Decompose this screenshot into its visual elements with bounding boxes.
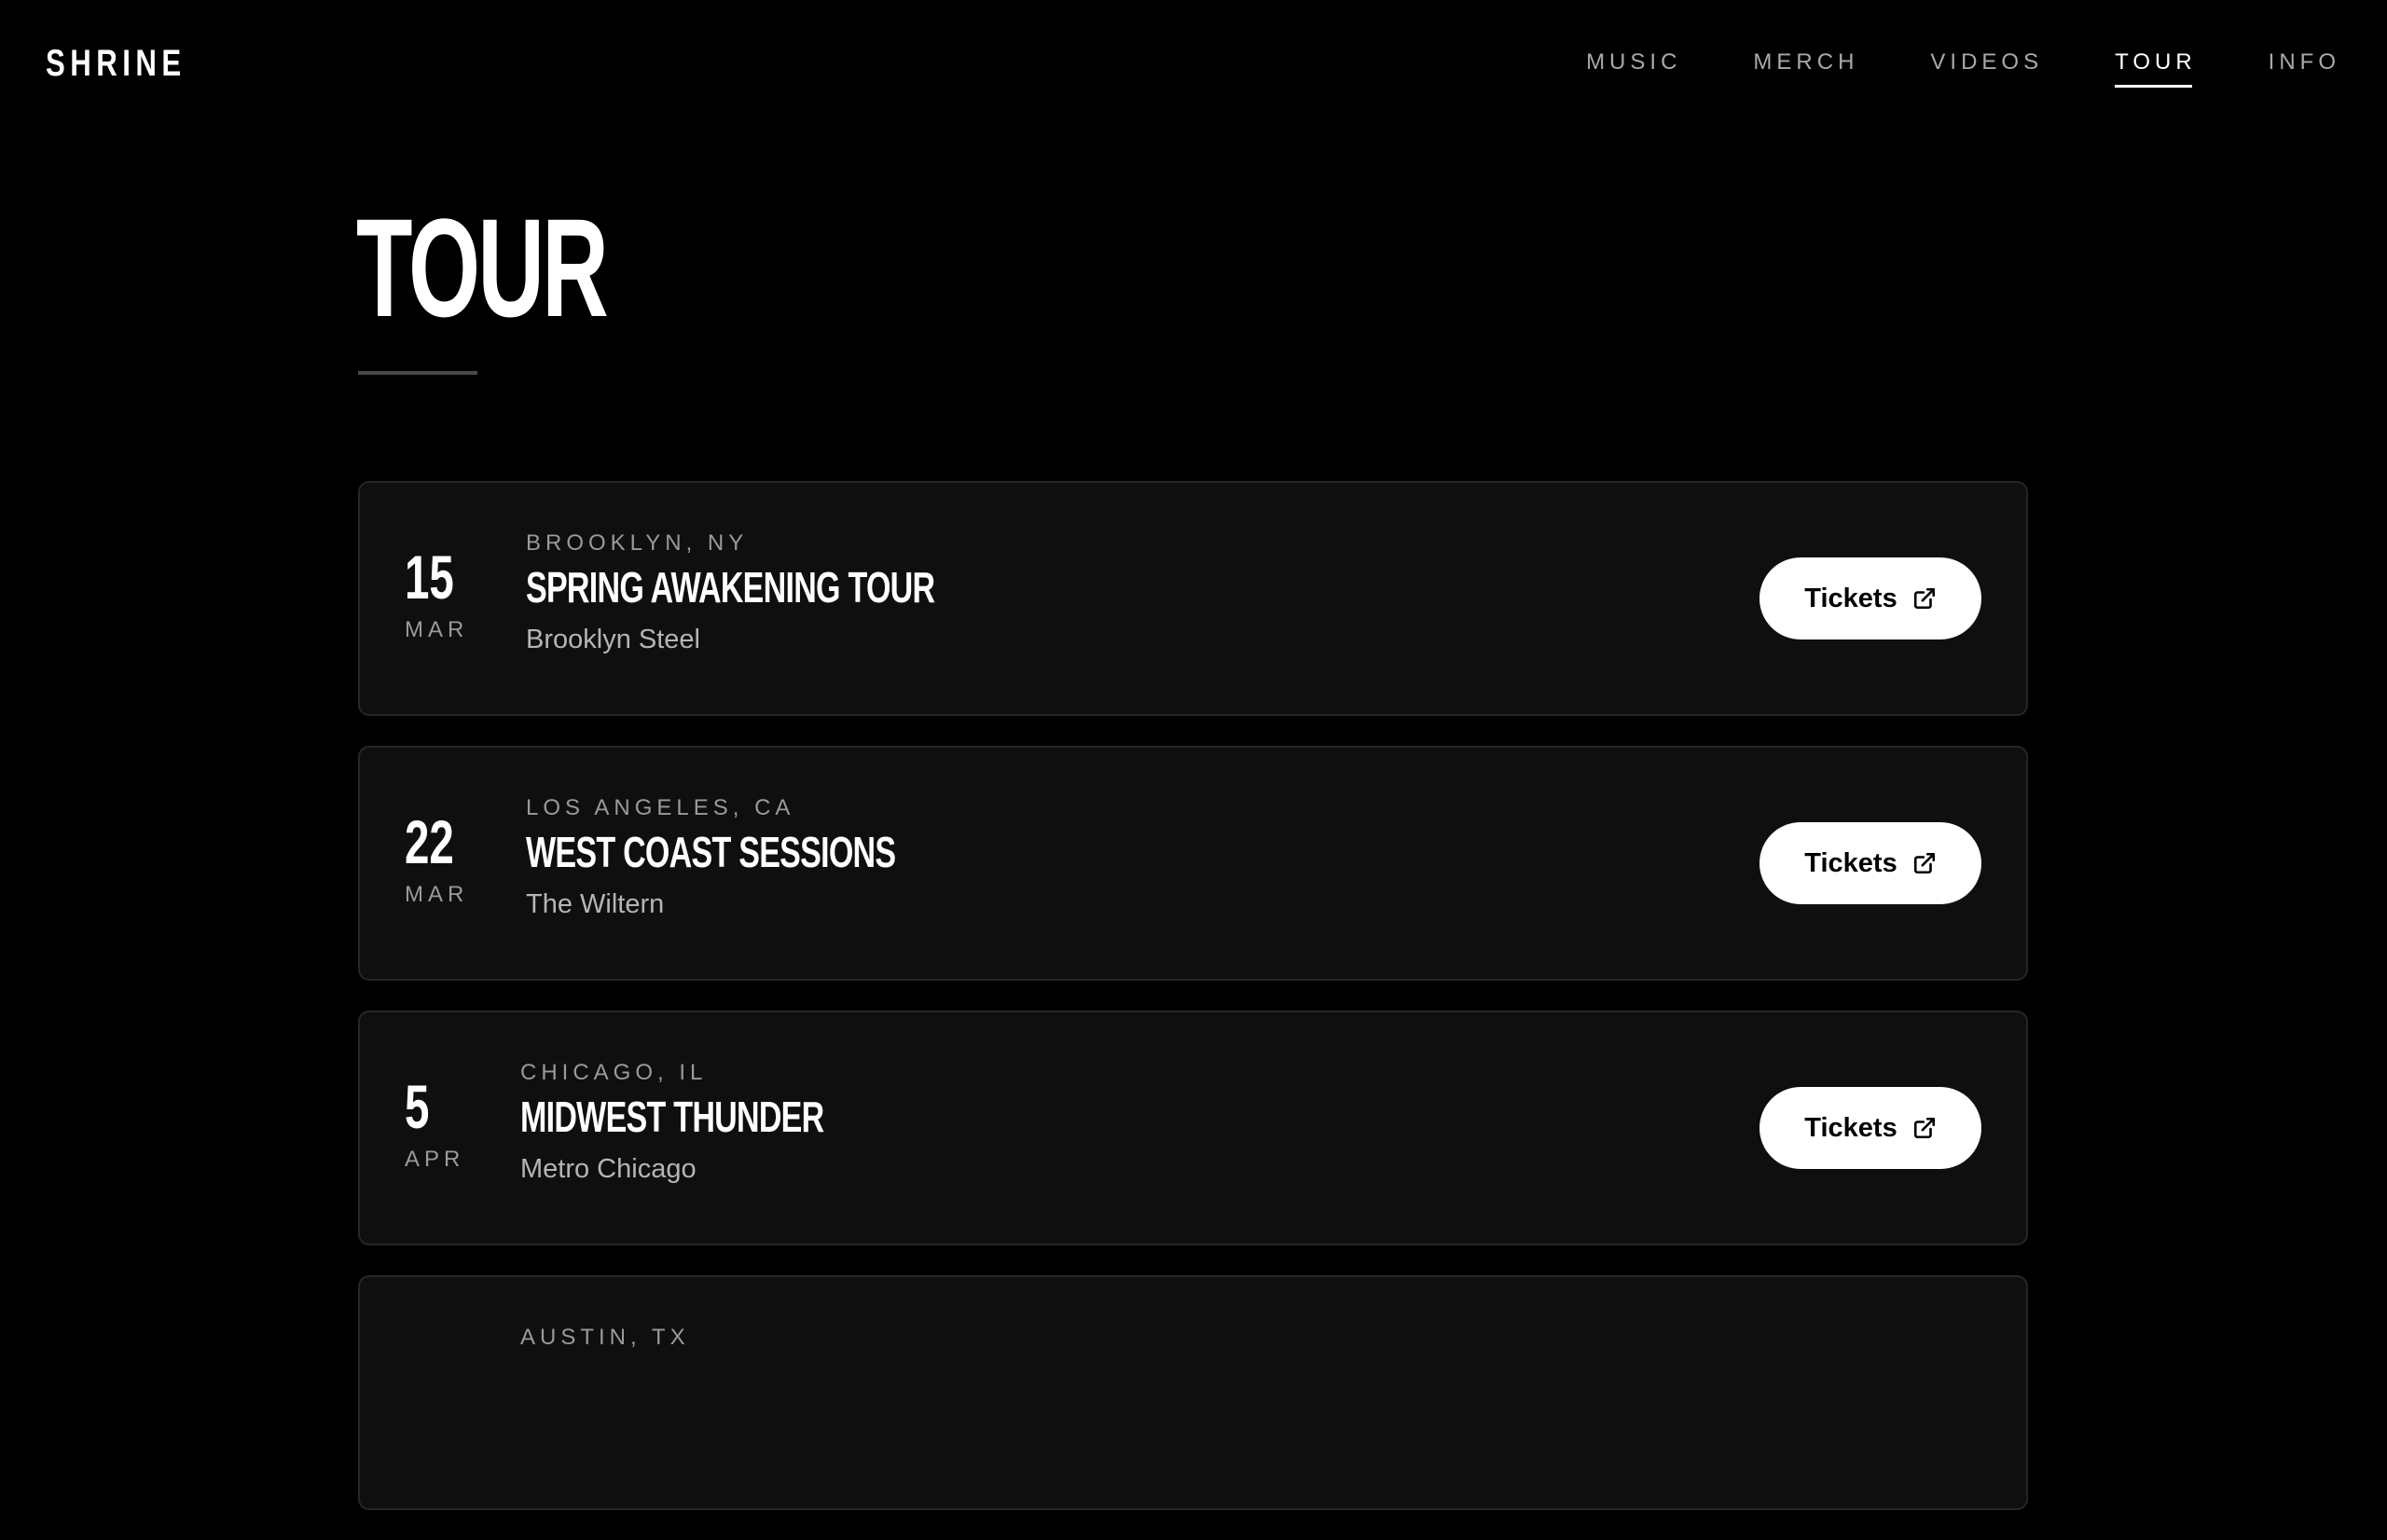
event-tour-name: WEST COAST SESSIONS: [526, 828, 896, 876]
nav-item-videos[interactable]: VIDEOS: [1930, 47, 2043, 82]
site-logo[interactable]: SHRINE: [46, 41, 186, 86]
top-navigation-bar: SHRINE MUSIC MERCH VIDEOS TOUR INFO: [0, 0, 2387, 131]
event-venue: Metro Chicago: [520, 1154, 697, 1184]
event-month: MAR: [405, 617, 469, 642]
event-tour-name: SPRING AWAKENING TOUR: [526, 563, 935, 612]
tour-date-card: 5 APR CHICAGO, IL MIDWEST THUNDER Metro …: [358, 1011, 2028, 1245]
event-info: LOS ANGELES, CA WEST COAST SESSIONS The …: [526, 794, 1026, 921]
event-info: CHICAGO, IL MIDWEST THUNDER Metro Chicag…: [520, 1059, 931, 1186]
event-venue: Brooklyn Steel: [526, 625, 700, 654]
event-date: 22 MAR: [405, 809, 489, 908]
event-day: 15: [405, 543, 454, 612]
event-info: AUSTIN, TX: [520, 1324, 690, 1361]
event-venue: The Wiltern: [526, 889, 665, 919]
tickets-button[interactable]: Tickets: [1759, 557, 1981, 639]
nav-item-info[interactable]: INFO: [2269, 47, 2340, 82]
external-link-icon: [1913, 852, 1935, 874]
tour-dates-list: 15 MAR BROOKLYN, NY SPRING AWAKENING TOU…: [358, 481, 2028, 1540]
page-title: TOUR: [356, 189, 609, 346]
event-date: [405, 1339, 489, 1346]
tickets-button-label: Tickets: [1804, 1112, 1897, 1143]
event-tour-name: MIDWEST THUNDER: [520, 1093, 824, 1141]
event-day: 22: [405, 807, 454, 876]
event-info: BROOKLYN, NY SPRING AWAKENING TOUR Brook…: [526, 529, 1078, 656]
event-city: LOS ANGELES, CA: [526, 795, 795, 820]
event-month: MAR: [405, 882, 469, 907]
tickets-button-label: Tickets: [1804, 847, 1897, 878]
tickets-button[interactable]: Tickets: [1759, 1087, 1981, 1169]
main-nav: MUSIC MERCH VIDEOS TOUR INFO: [1514, 47, 2340, 88]
nav-item-music[interactable]: MUSIC: [1586, 47, 1681, 82]
title-divider: [358, 371, 477, 375]
event-month: APR: [405, 1147, 465, 1172]
event-city: CHICAGO, IL: [520, 1060, 708, 1085]
tour-date-card: AUSTIN, TX: [358, 1275, 2028, 1510]
nav-item-tour[interactable]: TOUR: [2115, 47, 2197, 88]
tickets-button[interactable]: Tickets: [1759, 822, 1981, 904]
external-link-icon: [1913, 587, 1935, 610]
event-date: 5 APR: [405, 1074, 489, 1173]
event-date: 15 MAR: [405, 544, 489, 643]
nav-item-merch[interactable]: MERCH: [1753, 47, 1858, 82]
event-city: BROOKLYN, NY: [526, 530, 749, 556]
tour-date-card: 22 MAR LOS ANGELES, CA WEST COAST SESSIO…: [358, 746, 2028, 981]
tour-date-card: 15 MAR BROOKLYN, NY SPRING AWAKENING TOU…: [358, 481, 2028, 716]
event-city: AUSTIN, TX: [520, 1325, 690, 1350]
tickets-button-label: Tickets: [1804, 583, 1897, 613]
external-link-icon: [1913, 1117, 1935, 1139]
event-day: 5: [405, 1072, 430, 1141]
